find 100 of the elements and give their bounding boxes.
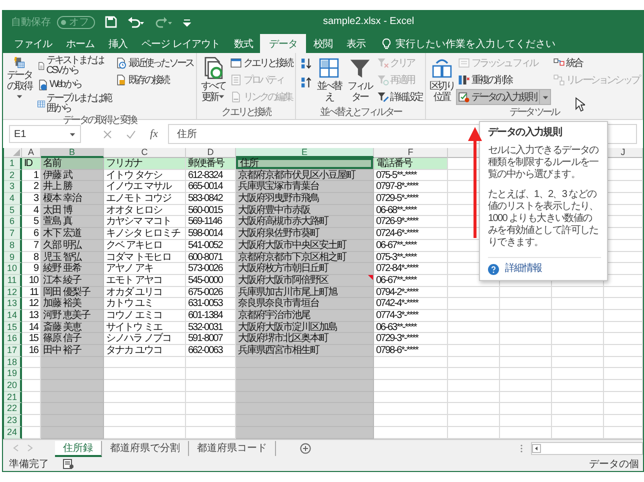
table-cell: 075-5**-**** xyxy=(374,170,448,182)
ribbon-tab[interactable]: データ xyxy=(260,34,306,53)
undo-icon[interactable] xyxy=(127,16,145,28)
table-cell: オオタ ヒロシ xyxy=(104,204,186,216)
ribbon-button[interactable]: 並べ替え xyxy=(314,55,344,105)
row-header[interactable]: 6 xyxy=(4,216,22,228)
column-header[interactable]: B xyxy=(41,148,104,158)
table-cell: 岡田 優梨子 xyxy=(41,286,104,298)
ribbon-button[interactable]: Web から xyxy=(34,78,114,92)
table-cell: 665-0014 xyxy=(186,181,236,194)
row-header[interactable]: 16 xyxy=(4,333,22,345)
row-header[interactable]: 13 xyxy=(4,298,22,310)
row-header[interactable]: 4 xyxy=(4,193,22,205)
sheet-tab[interactable]: 都道府県コード xyxy=(189,440,276,456)
clear-filter-icon xyxy=(376,57,389,69)
ribbon-tab[interactable]: ファイル xyxy=(7,35,59,53)
row-header[interactable]: 15 xyxy=(4,322,22,334)
name-box[interactable]: E1 xyxy=(9,125,81,143)
table-cell: 京都府宇治市池尾 xyxy=(236,310,374,322)
save-icon[interactable] xyxy=(105,16,117,28)
ribbon-button[interactable]: 統合 xyxy=(551,55,641,71)
ribbon-button[interactable]: 重複の削除 xyxy=(456,72,552,88)
customize-icon[interactable] xyxy=(183,17,191,27)
document-icon xyxy=(36,60,46,72)
search-field[interactable]: 実行したい作業を入力してください xyxy=(382,35,556,53)
ribbon-button[interactable]: すべて更新 xyxy=(198,55,228,105)
ribbon-tab[interactable]: 数式 xyxy=(226,35,260,53)
table-cell: 兵庫県宝塚市青葉台 xyxy=(236,181,374,194)
row-header[interactable]: 9 xyxy=(4,252,22,264)
row-header[interactable]: 17 xyxy=(4,345,22,357)
ribbon-button[interactable]: 最近使ったソース xyxy=(113,55,196,71)
table-cell: 0724-6*-**** xyxy=(374,228,448,240)
table-cell: 1 xyxy=(22,170,41,182)
row-header[interactable]: 7 xyxy=(4,228,22,240)
column-header[interactable]: E xyxy=(236,148,374,158)
row-header[interactable]: 10 xyxy=(4,263,22,275)
row-header[interactable]: 23 xyxy=(4,415,22,427)
table-cell: 573-0026 xyxy=(186,263,236,275)
more-icon[interactable] xyxy=(520,444,523,452)
row-header[interactable]: 21 xyxy=(4,392,22,404)
sheet-tab[interactable]: 都道府県で分割 xyxy=(102,440,189,456)
ribbon-tab[interactable]: ホーム xyxy=(59,35,102,53)
ribbon-button[interactable]: テーブルまたは範囲から xyxy=(34,93,114,115)
table-cell: 591-8007 xyxy=(186,333,236,345)
ribbon-tab[interactable]: 校閲 xyxy=(306,35,340,53)
ribbon-tab[interactable]: ページ レイアウト xyxy=(134,35,227,53)
row-header[interactable]: 5 xyxy=(4,204,22,216)
ribbon-tab[interactable]: 表示 xyxy=(339,35,372,53)
table-cell xyxy=(448,380,500,392)
insert-function-button[interactable]: fx xyxy=(146,128,162,140)
row-header[interactable]: 18 xyxy=(4,356,22,368)
table-cell: 伊藤 武 xyxy=(41,170,104,182)
redo-icon[interactable] xyxy=(155,16,173,28)
table-cell: 06-67**-**** xyxy=(374,274,448,287)
column-header[interactable]: D xyxy=(186,148,236,158)
ribbon-button[interactable]: クエリと接続 xyxy=(228,55,294,71)
column-header[interactable]: F xyxy=(374,148,448,158)
row-header[interactable]: 20 xyxy=(4,380,22,392)
row-header[interactable]: 3 xyxy=(4,181,22,194)
table-cell xyxy=(552,426,604,438)
row-header[interactable]: 11 xyxy=(4,274,22,287)
table-cell xyxy=(552,322,604,334)
column-header[interactable]: A xyxy=(22,148,41,158)
sort-descending-icon xyxy=(298,76,312,89)
table-cell: 井上 勝 xyxy=(41,181,104,194)
caret-icon xyxy=(69,130,76,138)
macro-record-icon[interactable] xyxy=(63,459,74,469)
row-header[interactable]: 2 xyxy=(4,170,22,182)
table-cell xyxy=(552,368,604,380)
ribbon-button[interactable]: データの入力規則 xyxy=(456,89,552,105)
ribbon-button[interactable]: フィルター xyxy=(344,55,375,105)
ribbon-button[interactable]: 区切り位置 xyxy=(427,55,456,105)
table-cell: カトウ ユミ xyxy=(104,298,186,310)
horizontal-scrollbar[interactable] xyxy=(531,442,643,454)
group-label: クエリと接続 xyxy=(220,107,272,119)
row-header[interactable]: 12 xyxy=(4,286,22,298)
row-header[interactable]: 1 xyxy=(4,158,22,170)
row-header[interactable]: 22 xyxy=(4,403,22,416)
ribbon-button[interactable]: テキストまたは CSV から xyxy=(34,55,114,77)
table-cell xyxy=(186,368,236,380)
ribbon-button[interactable]: 既存の接続 xyxy=(113,72,196,88)
table-cell xyxy=(448,333,500,345)
table-cell: 木下 宏道 xyxy=(41,228,104,240)
column-header[interactable]: C xyxy=(104,148,186,158)
ribbon-button[interactable]: データの取得 xyxy=(4,55,35,105)
status-text: データの個 xyxy=(589,458,639,471)
row-header[interactable]: 14 xyxy=(4,310,22,322)
more-info-link[interactable]: 詳細情報 xyxy=(505,263,542,275)
row-header[interactable]: 24 xyxy=(4,426,22,438)
table-cell: 大阪府高槻市赤大路町 xyxy=(236,216,374,228)
scroll-left-icon[interactable] xyxy=(532,444,541,452)
table-cell: オカダ ユリコ xyxy=(104,286,186,298)
ribbon-button[interactable]: 詳細設定 xyxy=(374,89,424,105)
row-header[interactable]: 19 xyxy=(4,368,22,380)
row-header[interactable]: 8 xyxy=(4,240,22,252)
table-cell xyxy=(552,333,604,345)
table-cell: サイトウ ミエ xyxy=(104,322,186,334)
sheet-tab[interactable]: 住所録 xyxy=(55,440,102,456)
add-sheet-icon[interactable] xyxy=(300,442,311,454)
ribbon-tab[interactable]: 挿入 xyxy=(102,35,134,53)
